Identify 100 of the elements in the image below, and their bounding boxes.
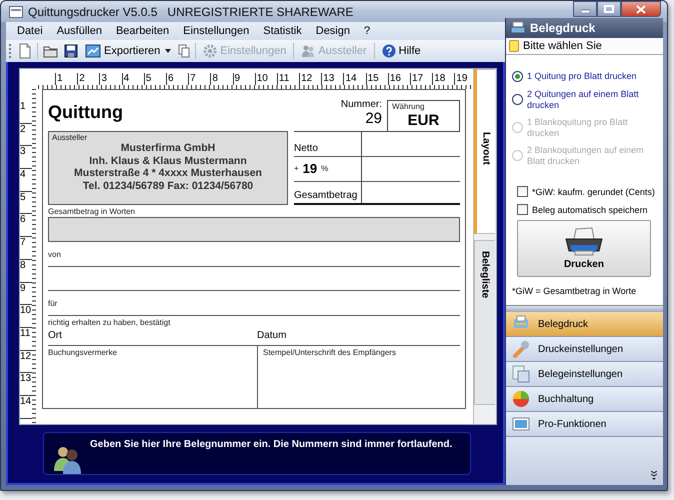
ruler-number: 16: [388, 73, 410, 85]
amount-in-words-label: Gesamtbetrag in Worten: [48, 206, 136, 218]
checkbox[interactable]: [517, 186, 528, 197]
prompt-text: Bitte wählen Sie: [523, 40, 602, 52]
chevron-down-icon[interactable]: [650, 471, 657, 480]
signature-label: Stempel/Unterschrift des Empfängers: [263, 348, 396, 357]
help-icon: [382, 44, 396, 58]
option-label[interactable]: 1 Quitung pro Blatt drucken: [527, 71, 637, 82]
number-label: Nummer:: [340, 98, 382, 110]
ruler-number: 11: [20, 328, 32, 351]
ruler-number: 4: [122, 73, 144, 85]
ruler-number: 4: [20, 169, 32, 192]
radio-button[interactable]: [512, 94, 523, 105]
ruler-number: 3: [99, 73, 122, 85]
net-label: Netto: [294, 143, 318, 154]
nav-item[interactable]: Druckeinstellungen: [506, 337, 663, 362]
option-label[interactable]: 2 Quitungen auf einem Blatt drucken: [527, 89, 655, 110]
ruler-number: 6: [166, 73, 188, 85]
date-label: Datum: [257, 330, 286, 341]
nav-item[interactable]: Belegdruck: [506, 312, 663, 337]
save-icon[interactable]: [64, 44, 78, 58]
ruler-number: 12: [299, 73, 322, 85]
issuer-label: Aussteller: [52, 133, 88, 142]
menu-item[interactable]: ?: [357, 25, 378, 37]
issuer-line: Musterfirma GmbH: [120, 142, 216, 154]
ruler-number: 18: [432, 73, 454, 85]
menu-item[interactable]: Bearbeiten: [108, 25, 176, 37]
folder-icon[interactable]: [43, 44, 59, 58]
ruler-number: 1: [20, 101, 32, 124]
ruler-number: 13: [20, 373, 32, 396]
menu-item[interactable]: Design: [308, 25, 357, 37]
place-label: Ort: [48, 330, 63, 341]
menu-item[interactable]: Datei: [10, 25, 50, 37]
copy-icon[interactable]: [178, 44, 190, 58]
issuer-line: Tel. 01234/56789 Fax: 01234/56780: [82, 180, 254, 192]
ruler-number: 12: [20, 350, 32, 374]
side-tab[interactable]: Belegliste: [474, 240, 495, 405]
maximize-button[interactable]: [597, 1, 621, 17]
ruler-number: 9: [232, 73, 255, 85]
close-button[interactable]: [621, 1, 661, 17]
for-label: für: [48, 299, 58, 308]
pie-chart-icon: [512, 390, 530, 408]
checkbox-label[interactable]: Beleg automatisch speichern: [532, 204, 648, 214]
people-icon: [301, 44, 316, 58]
plus-sign: +: [294, 164, 299, 172]
ruler-number: 7: [188, 73, 210, 85]
ruler-number: 3: [20, 146, 32, 170]
note-icon: [509, 40, 519, 52]
currency-label: Währung: [392, 102, 426, 111]
ruler-number: 8: [210, 73, 232, 85]
ruler-number: 9: [20, 282, 32, 306]
documents-icon: [512, 365, 530, 383]
toolbar-button[interactable]: Hilfe: [380, 44, 423, 58]
gear-icon: [203, 44, 218, 58]
amount-in-words-field[interactable]: [48, 217, 460, 242]
menu-item[interactable]: Ausfüllen: [50, 25, 109, 37]
ruler-number: 5: [20, 192, 32, 214]
nav-item[interactable]: Buchhaltung: [506, 387, 663, 412]
receipt-number[interactable]: 29: [365, 110, 382, 126]
ruler-number: 1: [55, 73, 78, 85]
ruler-number: 11: [276, 73, 300, 85]
ruler-number: 8: [20, 260, 32, 282]
tax-rate[interactable]: 19: [302, 160, 318, 176]
issuer-line: Musterstraße 4 * 4xxxx Musterhausen: [74, 167, 262, 180]
picture-icon: [512, 415, 530, 433]
ruler-number: 7: [20, 237, 32, 260]
toolbar-button[interactable]: Exportieren: [83, 44, 174, 58]
currency-value: EUR: [406, 112, 440, 129]
ruler-number: 13: [321, 73, 344, 85]
menu-item[interactable]: Statistik: [256, 25, 309, 37]
footnote: *GiW = Gesamtbetrag in Worte: [512, 286, 638, 296]
radio-button[interactable]: [512, 71, 523, 82]
ruler-number: 2: [77, 73, 100, 85]
ruler-number: 2: [20, 124, 32, 146]
panel-title: Belegdruck: [530, 21, 596, 35]
printer-icon: [510, 21, 526, 35]
printer-icon: [564, 227, 604, 257]
new-document-icon[interactable]: [18, 43, 32, 59]
splitter-handle[interactable]: [506, 305, 663, 312]
ruler-number: 14: [20, 396, 32, 419]
menu-item[interactable]: Einstellungen: [176, 25, 256, 37]
export-icon: [85, 44, 101, 58]
issuer-line: Inh. Klaus & Klaus Mustermann: [89, 154, 247, 167]
ruler-number: 10: [254, 73, 277, 85]
confirmation-text: richtig erhalten zu haben, bestätigt: [48, 317, 172, 329]
print-button[interactable]: Drucken: [517, 220, 651, 277]
side-tab[interactable]: Layout: [474, 69, 495, 234]
hint-text: Geben Sie hier Ihre Belegnummer ein. Die Nummern sind immer fortlaufend.: [90, 439, 452, 450]
issuer-panel[interactable]: Aussteller Musterfirma GmbH Inh. Klaus & Klaus Mustermann Musterstraße 4 * 4xxxx Musterhausen Tel. 01234/56789 Fax: 01234/56780: [48, 131, 288, 205]
total-label: Gesamtbetrag: [294, 190, 358, 201]
checkbox[interactable]: [517, 204, 528, 215]
ruler-number: 15: [366, 73, 388, 85]
ruler-number: 14: [343, 73, 366, 85]
checkbox-label[interactable]: *GiW: kaufm. gerundet (Cents): [532, 186, 655, 196]
notes-label: Buchungsvermerke: [48, 348, 117, 357]
minimize-button[interactable]: [573, 1, 597, 17]
nav-item[interactable]: Belegeinstellungen: [506, 362, 663, 387]
nav-item[interactable]: Pro-Funktionen: [506, 412, 663, 437]
close-icon: [636, 4, 646, 14]
currency-box[interactable]: Währung EUR: [387, 100, 460, 131]
